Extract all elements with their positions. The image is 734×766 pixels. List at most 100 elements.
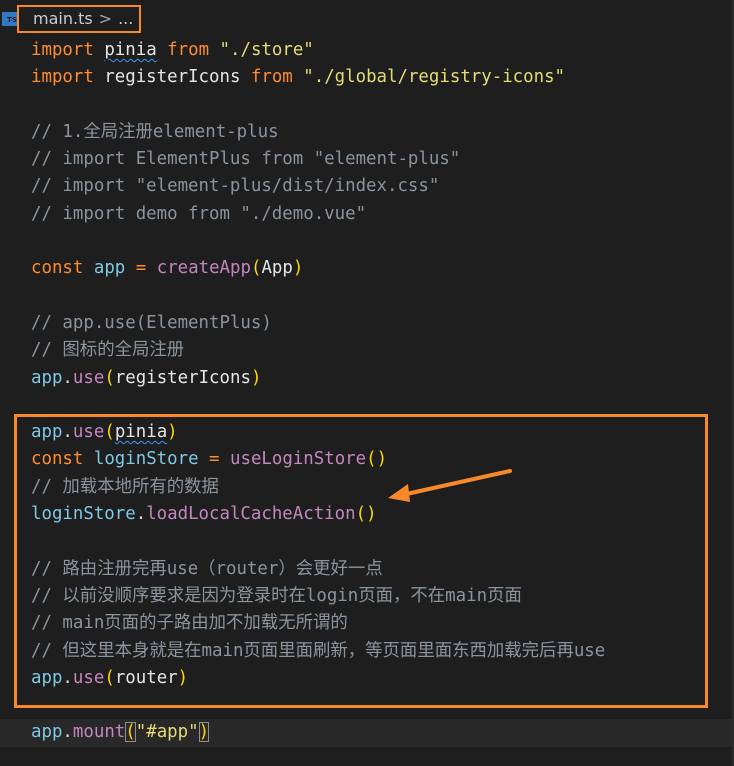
code-line[interactable]: const loginStore = useLoginStore() xyxy=(0,446,734,473)
code-token: app xyxy=(31,422,63,443)
code-token: pinia xyxy=(104,40,157,60)
code-token: = xyxy=(135,258,147,279)
code-token: "#app" xyxy=(135,722,199,743)
code-line[interactable]: app.use(pinia) xyxy=(0,419,734,446)
code-token: ( xyxy=(104,422,115,443)
code-line[interactable]: // 路由注册完再use（router）会更好一点 xyxy=(0,556,734,583)
code-token: // import ElementPlus from "element-plus… xyxy=(31,149,461,170)
code-line[interactable]: const app = createApp(App) xyxy=(0,255,734,282)
code-line[interactable]: import pinia from "./store" xyxy=(0,37,734,64)
code-token: ( xyxy=(104,667,115,688)
code-token: // 但这里本身就是在main页面里面刷新，等页面里面东西加载完后再use xyxy=(31,640,606,661)
code-line[interactable]: // import ElementPlus from "element-plus… xyxy=(0,146,734,173)
code-token: . xyxy=(62,422,73,443)
code-token: pinia xyxy=(114,422,168,443)
code-token: "./global/registry-icons" xyxy=(303,67,566,88)
code-token: use xyxy=(72,422,105,443)
code-line[interactable] xyxy=(0,392,734,419)
code-token: ) xyxy=(167,422,178,443)
code-token: import xyxy=(31,40,94,60)
code-line[interactable] xyxy=(0,92,734,119)
code-line[interactable]: // 加载本地所有的数据 xyxy=(0,474,734,501)
code-line[interactable]: app.use(router) xyxy=(0,665,734,692)
breadcrumb-highlight[interactable]: main.ts >... xyxy=(17,5,141,33)
code-token: ( xyxy=(125,722,136,743)
code-line[interactable]: loginStore.loadLocalCacheAction() xyxy=(0,501,734,528)
code-line[interactable]: import registerIcons from "./global/regi… xyxy=(0,64,734,91)
code-line[interactable]: // app.use(ElementPlus) xyxy=(0,310,734,337)
arrow-annotation-icon xyxy=(388,469,512,502)
code-line[interactable] xyxy=(0,283,734,310)
breadcrumb-ellipsis[interactable]: ... xyxy=(118,9,133,28)
code-line[interactable] xyxy=(0,228,734,255)
code-token: // 加载本地所有的数据 xyxy=(31,476,219,497)
code-token: . xyxy=(62,667,73,688)
code-token: // import demo from "./demo.vue" xyxy=(31,203,367,224)
code-line[interactable]: // 1.全局注册element-plus xyxy=(0,119,734,146)
code-token: from xyxy=(250,67,293,88)
code-token: ) xyxy=(250,367,262,388)
code-editor[interactable]: import pinia from "./store" import regist… xyxy=(0,37,734,747)
code-token: useLoginStore xyxy=(230,449,367,470)
code-token: = xyxy=(209,449,220,470)
code-line[interactable] xyxy=(0,528,734,555)
chevron-right-icon: > xyxy=(98,9,113,28)
code-token: . xyxy=(62,367,73,388)
code-token: use xyxy=(72,667,105,688)
code-line[interactable]: // import "element-plus/dist/index.css" xyxy=(0,173,734,200)
code-token: ( xyxy=(250,258,262,279)
code-token: ) xyxy=(292,258,304,279)
code-token: ( xyxy=(104,367,115,388)
code-token: App xyxy=(261,258,293,279)
code-token: // import "element-plus/dist/index.css" xyxy=(31,176,440,197)
code-token: createApp xyxy=(156,258,251,279)
code-token: // 1.全局注册element-plus xyxy=(31,121,279,142)
code-token: app xyxy=(31,722,63,743)
code-token: // 图标的全局注册 xyxy=(31,340,185,361)
code-token: from xyxy=(167,40,210,60)
code-token: "./store" xyxy=(219,40,314,60)
code-token: ) xyxy=(177,667,189,688)
code-token: loadLocalCacheAction xyxy=(146,504,356,525)
code-token: router xyxy=(114,667,178,688)
code-line[interactable]: app.use(registerIcons) xyxy=(0,365,734,392)
code-token: registerIcons xyxy=(114,367,251,388)
code-token: app xyxy=(31,367,63,388)
editor-window: TS main.ts >... import pinia from "./stor… xyxy=(0,0,734,766)
code-token: const xyxy=(31,258,84,279)
code-line[interactable]: // 以前没顺序要求是因为登录时在login页面，不在main页面 xyxy=(0,583,734,610)
code-line[interactable] xyxy=(0,692,734,719)
code-token: use xyxy=(72,367,105,388)
code-token: // 以前没顺序要求是因为登录时在login页面，不在main页面 xyxy=(31,585,522,606)
code-line[interactable]: // import demo from "./demo.vue" xyxy=(0,201,734,228)
code-token: loginStore xyxy=(93,449,199,470)
code-token: . xyxy=(135,504,147,525)
code-token: mount xyxy=(72,722,126,743)
code-line[interactable]: // 图标的全局注册 xyxy=(0,337,734,364)
code-token: loginStore xyxy=(31,504,136,525)
breadcrumb: TS main.ts >... xyxy=(0,0,734,38)
code-token: ) xyxy=(198,722,210,743)
code-token: // 路由注册完再use（router）会更好一点 xyxy=(31,558,383,579)
code-token: () xyxy=(355,504,377,525)
code-token: // app.use(ElementPlus) xyxy=(31,312,272,333)
code-token: app xyxy=(93,258,126,279)
code-token: const xyxy=(31,449,84,470)
typescript-file-icon: TS xyxy=(2,12,18,26)
code-line[interactable]: // main页面的子路由加不加载无所谓的 xyxy=(0,610,734,637)
code-line[interactable]: // 但这里本身就是在main页面里面刷新，等页面里面东西加载完后再use xyxy=(0,638,734,665)
breadcrumb-file-name[interactable]: main.ts xyxy=(33,9,93,28)
code-token: app xyxy=(31,667,63,688)
code-token: registerIcons xyxy=(93,67,251,88)
code-line[interactable]: app.mount("#app") xyxy=(0,719,734,747)
code-token: import xyxy=(31,67,94,88)
